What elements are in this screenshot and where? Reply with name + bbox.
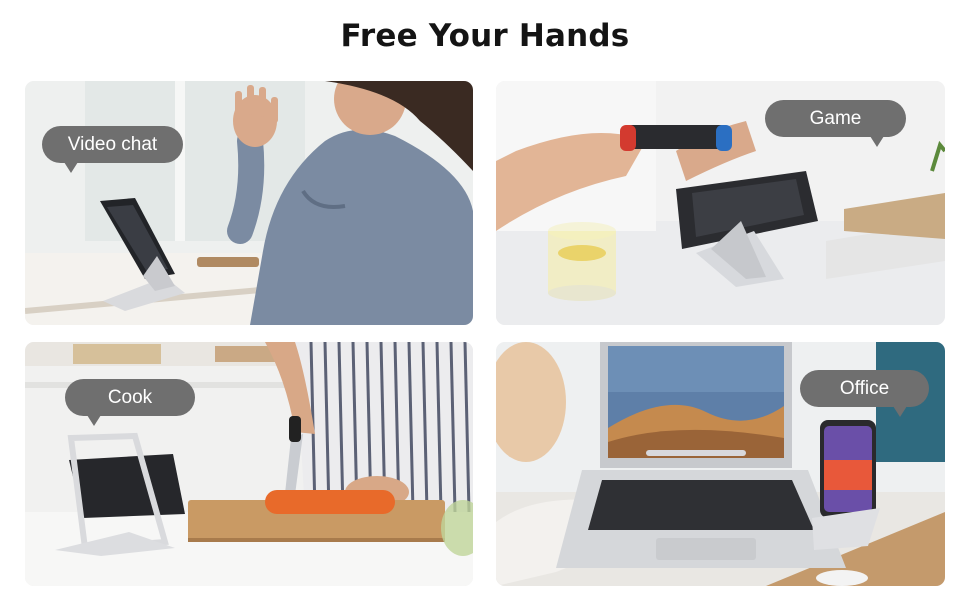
game-label: Game: [765, 100, 906, 147]
page-title: Free Your Hands: [340, 18, 630, 54]
cook-label: Cook: [65, 379, 195, 426]
cook-scene: Cook: [25, 342, 473, 586]
video-chat-photo: [25, 81, 473, 325]
game-scene: Game: [496, 81, 945, 325]
office-scene: Office: [496, 342, 945, 586]
video-chat-scene: Video chat: [25, 81, 473, 325]
office-label: Office: [800, 370, 929, 417]
video-chat-label: Video chat: [42, 126, 183, 173]
